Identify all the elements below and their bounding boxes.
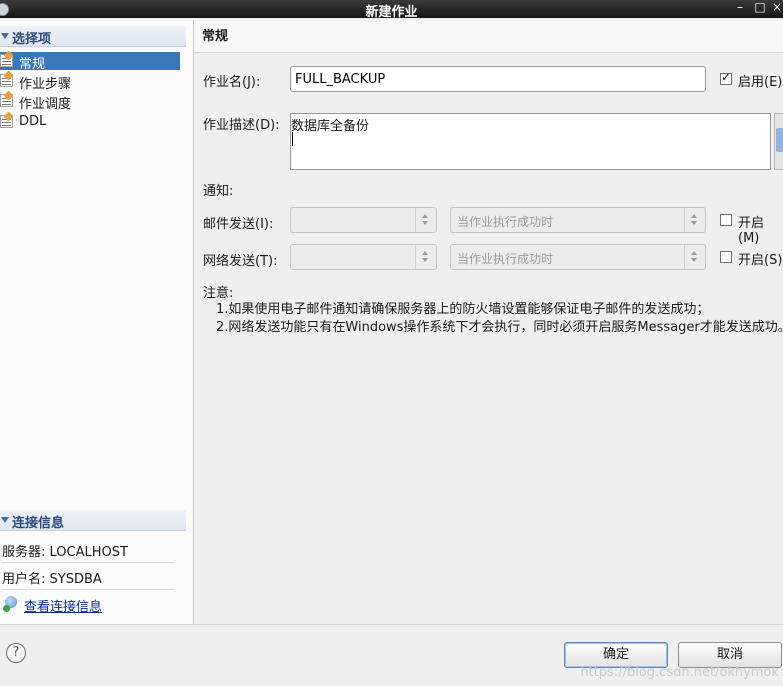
maximize-button[interactable]: □ xyxy=(753,0,767,14)
mail-send-label: 邮件发送(I): xyxy=(203,217,274,232)
combo-arrows-icon[interactable] xyxy=(684,208,705,232)
job-name-input[interactable] xyxy=(290,66,706,92)
combo-arrows-icon[interactable] xyxy=(415,245,436,269)
server-info: 服务器: LOCALHOST xyxy=(2,536,174,563)
user-text: 用户名: SYSDBA xyxy=(2,572,102,587)
note-line-1: 1.如果使用电子邮件通知请确保服务器上的防火墙设置能够保证电子邮件的发送成功； xyxy=(216,302,710,317)
net-open-label: 开启(S) xyxy=(738,253,783,268)
window-title: 新建作业 xyxy=(365,5,418,20)
job-name-label: 作业名(J): xyxy=(203,75,261,90)
sidebar-item-job-schedule[interactable]: 作业调度 xyxy=(0,92,180,112)
watermark-text: https://blog.csdn.net/okhymok xyxy=(580,665,779,680)
mail-condition-select[interactable]: 当作业执行成功时 xyxy=(450,207,706,233)
sidebar-item-job-steps[interactable]: 作业步骤 xyxy=(0,72,180,92)
select-section-header[interactable]: 选择项 xyxy=(0,26,186,47)
combo-arrows-icon[interactable] xyxy=(684,245,705,269)
properties-icon xyxy=(0,115,13,128)
enable-label: 启用(E) xyxy=(738,75,783,90)
view-connection-link[interactable]: 查看连接信息 xyxy=(24,596,102,615)
server-text: 服务器: LOCALHOST xyxy=(2,545,128,560)
combo-arrows-icon[interactable] xyxy=(415,208,436,232)
job-desc-label: 作业描述(D): xyxy=(203,118,280,133)
job-desc-textarea[interactable]: 数据库全备份 xyxy=(290,113,771,170)
connection-globe-icon xyxy=(3,596,19,612)
collapse-arrow-icon[interactable] xyxy=(1,517,9,523)
mail-open-label: 开启(M) xyxy=(738,216,765,246)
sidebar-item-label: DDL xyxy=(19,114,47,129)
mail-recipient-select[interactable] xyxy=(290,207,437,233)
mail-condition-value: 当作业执行成功时 xyxy=(457,215,554,229)
help-icon[interactable]: ? xyxy=(6,643,26,663)
note-line-2: 2.网络发送功能只有在Windows操作系统下才会执行，同时必须开启服务Mess… xyxy=(216,320,783,335)
page-title: 常规 xyxy=(202,29,229,44)
left-panel: 选择项 常规 作业步骤 作业调度 DDL 连接信息 服务器: LOCALHOST… xyxy=(0,20,194,624)
connection-section-title: 连接信息 xyxy=(12,516,65,531)
dialog-footer: ? 确定 取消 https://blog.csdn.net/okhymok xyxy=(0,624,783,686)
collapse-arrow-icon[interactable] xyxy=(1,33,9,39)
notify-label: 通知: xyxy=(203,184,234,199)
net-recipient-select[interactable] xyxy=(290,244,437,270)
net-send-label: 网络发送(T): xyxy=(203,254,278,269)
view-connection-link-row: 查看连接信息 xyxy=(2,594,174,616)
user-info: 用户名: SYSDBA xyxy=(2,563,174,590)
sidebar-item-label: 常规 xyxy=(19,57,46,72)
sidebar-item-general[interactable]: 常规 xyxy=(0,52,180,72)
mail-open-checkbox[interactable] xyxy=(720,214,732,226)
sidebar-item-label: 作业步骤 xyxy=(19,77,72,92)
close-button[interactable]: × xyxy=(770,0,783,14)
net-condition-value: 当作业执行成功时 xyxy=(457,252,554,266)
select-section-title: 选择项 xyxy=(12,32,52,47)
sidebar-item-ddl[interactable]: DDL xyxy=(0,113,180,131)
scrollbar-thumb[interactable] xyxy=(776,128,783,152)
properties-icon xyxy=(0,54,13,67)
net-open-checkbox[interactable] xyxy=(720,251,732,263)
job-desc-value: 数据库全备份 xyxy=(291,119,370,134)
connection-section-header[interactable]: 连接信息 xyxy=(0,510,186,531)
sidebar-item-label: 作业调度 xyxy=(19,97,72,112)
text-caret xyxy=(292,132,293,146)
main-content: 常规 作业名(J): 启用(E) 作业描述(D): 数据库全备份 通知: 邮件发… xyxy=(194,20,783,624)
properties-icon xyxy=(0,94,13,107)
window-titlebar: 新建作业 – □ × xyxy=(0,0,783,20)
net-condition-select[interactable]: 当作业执行成功时 xyxy=(450,244,706,270)
enable-checkbox[interactable] xyxy=(720,70,732,85)
properties-icon xyxy=(0,74,13,87)
page-header: 常规 xyxy=(194,20,783,53)
desc-scrollbar[interactable] xyxy=(774,113,783,170)
minimize-button[interactable]: – xyxy=(733,0,747,14)
